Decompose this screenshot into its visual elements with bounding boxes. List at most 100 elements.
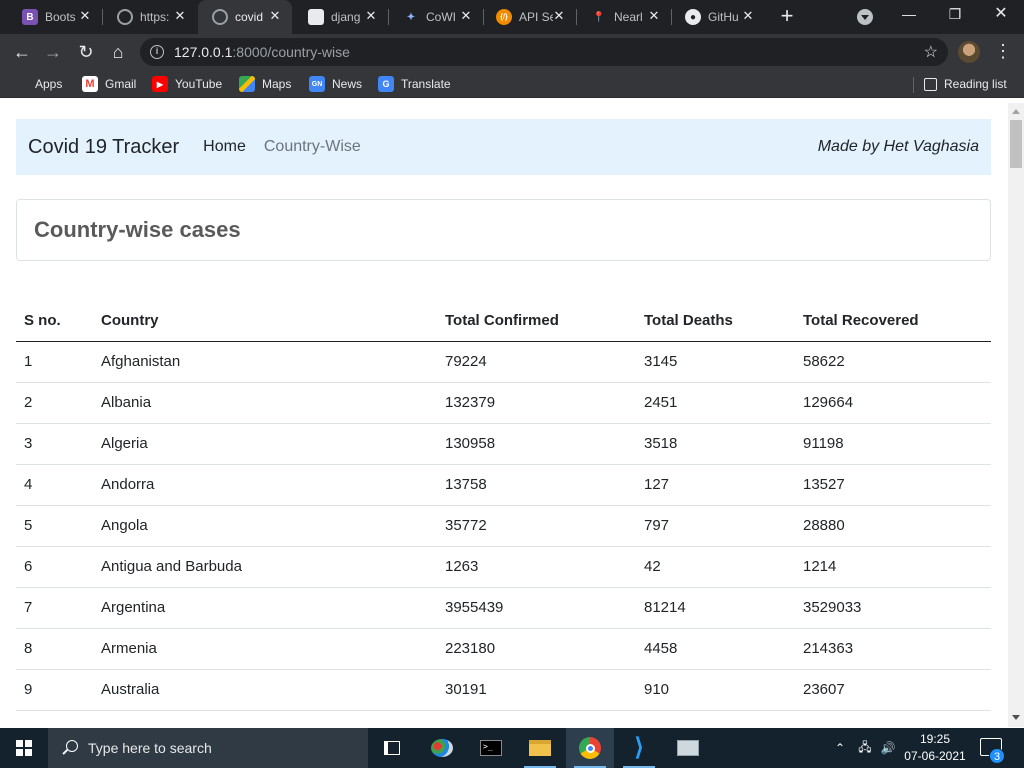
bookmark-label: YouTube <box>175 77 223 91</box>
cell-recovered: 58622 <box>795 341 991 383</box>
cell-deaths: 81214 <box>636 587 795 629</box>
tab-close-icon[interactable]: ✕ <box>647 9 661 23</box>
taskbar-app-file-explorer[interactable] <box>516 728 564 768</box>
tab-close-icon[interactable]: ✕ <box>78 9 92 23</box>
task-view-button[interactable] <box>368 728 416 768</box>
column-header-country: Country <box>93 301 437 342</box>
cell-sno: 3 <box>16 423 93 465</box>
forward-button[interactable]: → <box>41 40 65 64</box>
tab-title: https: <box>140 10 170 24</box>
taskbar-app-vscode[interactable]: ⟩ <box>615 728 663 768</box>
browser-tab[interactable]: ✦ CoWI ✕ <box>389 0 483 34</box>
bookmark-news[interactable]: GN News <box>309 76 362 92</box>
reload-button[interactable]: ↻ <box>74 40 98 64</box>
table-header-row: S no. Country Total Confirmed Total Deat… <box>16 301 991 342</box>
chrome-menu-icon[interactable]: ⋮ <box>994 40 1012 62</box>
cell-deaths: 3145 <box>636 341 795 383</box>
bookmark-youtube[interactable]: ▶ YouTube <box>152 76 222 92</box>
taskbar-app-photos[interactable] <box>664 728 712 768</box>
cell-confirmed: 130958 <box>437 423 636 465</box>
tab-close-icon[interactable]: ✕ <box>173 9 187 23</box>
browser-tab[interactable]: {/} API Se ✕ <box>482 0 576 34</box>
maps-icon <box>239 76 255 92</box>
bookmark-star-icon[interactable]: ☆ <box>924 42 938 62</box>
tab-close-icon[interactable]: ✕ <box>268 9 282 23</box>
taskbar-clock[interactable]: 19:25 07-06-2021 <box>900 731 970 765</box>
browser-tab[interactable]: https: ✕ <box>103 0 197 34</box>
heading-card: Country-wise cases <box>16 199 991 261</box>
tab-close-icon[interactable]: ✕ <box>741 9 755 23</box>
table-row: 2 Albania 132379 2451 129664 <box>16 382 991 424</box>
brand-link[interactable]: Covid 19 Tracker <box>28 136 179 159</box>
bookmark-apps[interactable]: Apps <box>14 76 62 92</box>
scroll-up-arrow[interactable] <box>1012 109 1020 114</box>
tab-close-icon[interactable]: ✕ <box>459 9 473 23</box>
site-navbar: Covid 19 Tracker Home Country-Wise Made … <box>16 119 991 175</box>
taskbar-app-terminal[interactable]: >_ <box>467 728 515 768</box>
cell-deaths: 910 <box>636 669 795 711</box>
address-url[interactable]: 127.0.0.1:8000/country-wise <box>174 44 350 60</box>
bookmark-translate[interactable]: G Translate <box>378 76 451 92</box>
home-button[interactable]: ⌂ <box>106 40 130 64</box>
tab-title: CoWI <box>426 10 456 24</box>
tray-overflow-icon[interactable]: ⌃ <box>830 728 850 768</box>
site-info-icon[interactable]: i <box>150 45 164 59</box>
tab-title: djang <box>331 10 361 24</box>
table-row: 4 Andorra 13758 127 13527 <box>16 464 991 506</box>
cell-country: Albania <box>93 382 437 424</box>
close-window-button[interactable]: ✕ <box>978 0 1024 30</box>
browser-tab[interactable]: ● GitHu ✕ <box>671 0 765 34</box>
task-view-icon <box>384 741 400 755</box>
clock-date: 07-06-2021 <box>904 749 966 763</box>
cell-sno: 7 <box>16 587 93 629</box>
cell-sno: 5 <box>16 505 93 547</box>
cell-sno: 1 <box>16 341 93 383</box>
gmail-icon: M <box>82 76 98 92</box>
tab-search-button[interactable] <box>857 9 873 25</box>
back-button[interactable]: ← <box>10 40 34 64</box>
cell-recovered: 23607 <box>795 669 991 711</box>
nav-home[interactable]: Home <box>203 138 246 156</box>
tab-close-icon[interactable]: ✕ <box>364 9 378 23</box>
taskbar-app-paint[interactable] <box>418 728 466 768</box>
browser-tab[interactable]: covid ✕ <box>198 0 292 34</box>
scroll-down-arrow[interactable] <box>1012 715 1020 720</box>
folder-icon <box>529 740 551 756</box>
cell-deaths: 4458 <box>636 628 795 670</box>
browser-tab[interactable]: B Boots ✕ <box>8 0 102 34</box>
new-tab-button[interactable]: + <box>776 5 798 28</box>
globe-icon <box>212 9 228 25</box>
browser-tab[interactable]: 📍 Nearl ✕ <box>577 0 671 34</box>
bookmark-label: Apps <box>35 77 63 91</box>
bookmarks-bar: Apps M Gmail ▶ YouTube Maps GN News G Tr… <box>0 70 1024 98</box>
cell-confirmed: 223180 <box>437 628 636 670</box>
cell-recovered: 28880 <box>795 505 991 547</box>
tab-close-icon[interactable]: ✕ <box>552 9 566 23</box>
table-row: 3 Algeria 130958 3518 91198 <box>16 423 991 465</box>
column-header-sno: S no. <box>16 301 93 342</box>
taskbar-app-chrome[interactable] <box>566 728 614 768</box>
address-bar[interactable]: i 127.0.0.1:8000/country-wise ☆ <box>140 38 948 66</box>
start-button[interactable] <box>0 728 48 768</box>
volume-icon[interactable]: 🔊 <box>877 728 899 768</box>
reading-list-button[interactable]: Reading list <box>924 76 1007 92</box>
minimize-button[interactable]: — <box>886 0 932 30</box>
nav-country-wise[interactable]: Country-Wise <box>264 138 361 156</box>
profile-avatar[interactable] <box>958 41 980 63</box>
cell-recovered: 129664 <box>795 382 991 424</box>
restore-button[interactable]: ❐ <box>932 0 978 30</box>
column-header-recovered: Total Recovered <box>795 301 991 342</box>
made-by-text: Made by Het Vaghasia <box>817 138 979 155</box>
scrollbar-thumb[interactable] <box>1010 120 1022 168</box>
cell-sno: 9 <box>16 669 93 711</box>
taskbar-search-box[interactable]: Type here to search <box>48 728 368 768</box>
cell-country: Angola <box>93 505 437 547</box>
page-scrollbar[interactable] <box>1008 103 1024 727</box>
network-icon[interactable]: 🖧 <box>854 728 876 768</box>
paint-icon <box>431 739 453 757</box>
bookmark-gmail[interactable]: M Gmail <box>82 76 136 92</box>
bookmark-maps[interactable]: Maps <box>239 76 291 92</box>
browser-tab[interactable]: djang ✕ <box>294 0 388 34</box>
chrome-icon <box>579 737 601 759</box>
cell-recovered: 1214 <box>795 546 991 588</box>
